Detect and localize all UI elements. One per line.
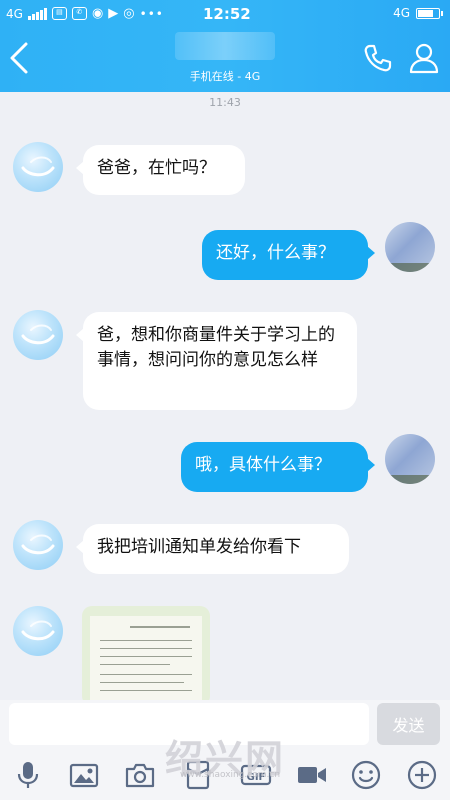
profile-button[interactable]: [408, 42, 440, 74]
photo-album-button[interactable]: [68, 759, 100, 791]
avatar-art-icon: [21, 620, 55, 641]
voice-button[interactable]: [12, 759, 44, 791]
avatar-art-icon: [21, 324, 55, 345]
status-bar: 4G ▤ ✆ ◉ ▶ ◎ ••• 12:52 4G: [0, 0, 450, 28]
message-text: 爸，想和你商量件关于学习上的事情，想问问你的意见怎么样: [97, 325, 335, 370]
contact-avatar[interactable]: [13, 310, 63, 360]
send-button[interactable]: 发送: [377, 703, 440, 745]
person-icon: [409, 43, 439, 74]
message-bubble[interactable]: 我把培训通知单发给你看下: [76, 524, 349, 574]
message-timestamp: 11:43: [209, 96, 241, 109]
clock: 12:52: [203, 5, 251, 23]
phone-icon: [364, 44, 392, 72]
more-button[interactable]: [406, 759, 438, 791]
signal-icon: [27, 7, 47, 20]
image-message-training-notice[interactable]: [82, 606, 210, 706]
message-bubble[interactable]: 爸，想和你商量件关于学习上的事情，想问问你的意见怎么样: [76, 312, 357, 410]
user-avatar[interactable]: [385, 434, 435, 484]
contact-name-blurred: [175, 32, 275, 60]
video-call-icon: [298, 767, 326, 783]
message-bubble[interactable]: 爸爸，在忙吗？: [76, 145, 245, 195]
network-type-right: 4G: [393, 6, 410, 20]
microphone-icon: [17, 762, 39, 788]
message-text: 我把培训通知单发给你看下: [97, 537, 301, 557]
app-notification-icon: ▤: [51, 7, 67, 20]
message-text: 哦，具体什么事？: [195, 455, 331, 475]
watermark-url: www.shaoxing.com.cn: [179, 770, 281, 780]
plus-icon: [407, 760, 437, 790]
header: 4G ▤ ✆ ◉ ▶ ◎ ••• 12:52 4G 手机在线 - 4G: [0, 0, 450, 92]
more-notifications-icon: •••: [139, 6, 164, 21]
message-text: 还好，什么事？: [216, 243, 335, 263]
video-call-button[interactable]: [296, 759, 328, 791]
avatar-art-icon: [21, 534, 55, 555]
avatar-art-icon: [21, 156, 55, 177]
emoji-button[interactable]: [350, 759, 382, 791]
message-text: 爸爸，在忙吗？: [97, 158, 216, 178]
message-bubble[interactable]: 哦，具体什么事？: [181, 442, 375, 492]
phone-notification-icon: ✆: [71, 7, 87, 20]
title-bar: 手机在线 - 4G: [0, 28, 450, 92]
message-bubble[interactable]: 还好，什么事？: [202, 230, 375, 280]
document-photo: [90, 616, 202, 706]
video-app-icon: ▶: [108, 6, 119, 21]
emoji-icon: [351, 760, 381, 790]
qq-icon: ◎: [123, 6, 135, 21]
image-icon: [69, 763, 99, 788]
network-type-left: 4G: [6, 6, 23, 21]
user-avatar[interactable]: [385, 222, 435, 272]
contact-avatar[interactable]: [13, 520, 63, 570]
phone-call-button[interactable]: [362, 42, 394, 74]
contact-avatar[interactable]: [13, 606, 63, 656]
battery-icon: [416, 7, 443, 19]
contact-avatar[interactable]: [13, 142, 63, 192]
weibo-icon: ◉: [91, 6, 104, 21]
